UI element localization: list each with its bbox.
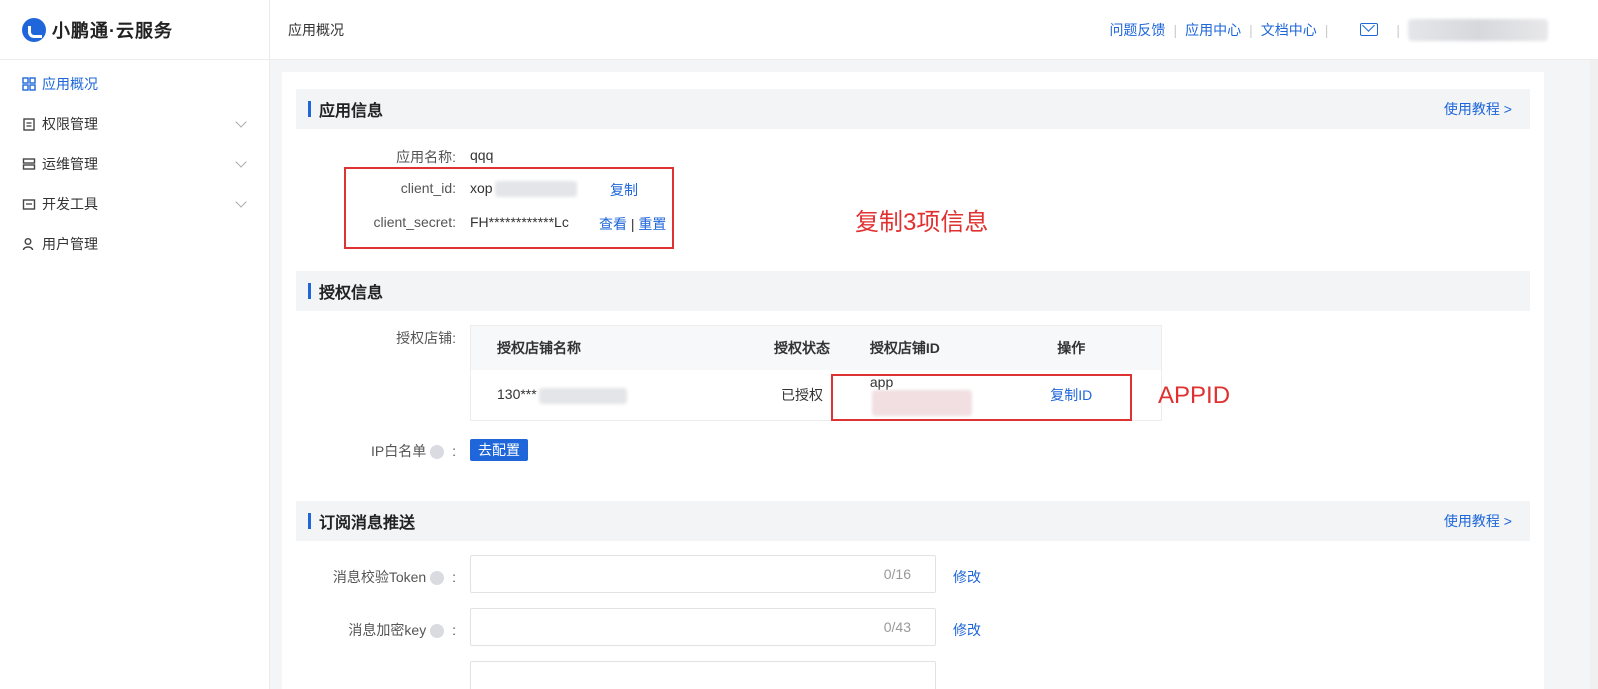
colon: : — [452, 569, 456, 585]
app-info-section-header: 应用信息 使用教程 > — [296, 89, 1530, 129]
sidebar: 小鹏通·云服务 应用概况 权限管理 运维管理 开发工具 用户管理 — [0, 0, 270, 689]
char-count: 0/16 — [883, 566, 911, 582]
column-header: 操作 — [1057, 340, 1086, 356]
column-header: 授权店铺ID — [869, 340, 940, 356]
divider: | — [1396, 21, 1400, 38]
brand-logo[interactable]: 小鹏通·云服务 — [0, 0, 269, 60]
help-icon[interactable] — [430, 445, 445, 460]
key-label-group: 消息加密key : — [256, 620, 456, 640]
section-accent-bar — [308, 101, 311, 117]
column-header: 授权状态 — [774, 340, 831, 356]
sidebar-item-ops[interactable]: 运维管理 — [0, 144, 269, 184]
brand-name: 小鹏通·云服务 — [52, 20, 173, 41]
encryption-key-input[interactable]: 0/43 — [470, 608, 936, 646]
subscription-section-header: 订阅消息推送 使用教程 > — [296, 501, 1530, 541]
key-label: 消息加密key — [348, 622, 427, 638]
chevron-down-icon — [235, 196, 247, 208]
shop-name-cell: 130*** — [471, 386, 752, 404]
sidebar-item-permissions[interactable]: 权限管理 — [0, 104, 269, 144]
modify-token-button[interactable]: 修改 — [953, 567, 981, 587]
tutorial-link[interactable]: 使用教程 > — [1444, 511, 1512, 531]
annotation-box-appid — [831, 374, 1132, 421]
mail-icon[interactable] — [1360, 23, 1379, 36]
scrollbar[interactable] — [1590, 60, 1598, 689]
ip-whitelist-label: IP白名单 — [370, 443, 427, 459]
app-name-value: qqq — [470, 147, 494, 163]
server-icon — [22, 158, 36, 170]
grid-icon — [22, 77, 36, 91]
page-title: 应用概况 — [288, 21, 344, 38]
char-count: 0/43 — [883, 619, 911, 635]
top-bar: 应用概况 问题反馈 | 应用中心 | 文档中心 | | — [270, 0, 1598, 60]
top-links: 问题反馈 | 应用中心 | 文档中心 | — [1101, 20, 1328, 40]
toolbox-icon — [22, 199, 36, 210]
auth-info-section-header: 授权信息 — [296, 271, 1530, 311]
redacted-blur — [538, 387, 627, 404]
sidebar-item-app-overview[interactable]: 应用概况 — [0, 64, 269, 104]
section-title: 授权信息 — [319, 285, 384, 302]
app-name-label: 应用名称: — [396, 149, 456, 165]
section-title: 订阅消息推送 — [319, 515, 416, 532]
divider: | — [1324, 21, 1329, 38]
chevron-down-icon — [235, 156, 247, 168]
section-title: 应用信息 — [319, 103, 384, 120]
sidebar-item-label: 权限管理 — [42, 116, 98, 132]
colon: : — [452, 622, 456, 638]
annotation-box-credentials — [344, 167, 674, 249]
help-icon[interactable] — [430, 624, 445, 639]
annotation-appid: APPID — [1158, 382, 1231, 409]
ip-whitelist-label-group: IP白名单 : — [256, 441, 456, 461]
column-header: 授权店铺名称 — [497, 340, 581, 356]
clipboard-icon — [23, 118, 35, 131]
authorized-shops-label: 授权店铺: — [396, 330, 456, 346]
sidebar-item-label: 应用概况 — [42, 76, 98, 92]
user-icon — [22, 238, 34, 251]
app-center-link[interactable]: 应用中心 — [1177, 20, 1249, 40]
token-input[interactable]: 0/16 — [470, 555, 936, 593]
sidebar-item-users[interactable]: 用户管理 — [0, 224, 269, 264]
user-account[interactable] — [1408, 18, 1548, 41]
configure-button[interactable]: 去配置 — [470, 439, 528, 461]
partial-input[interactable] — [470, 661, 936, 689]
chevron-down-icon — [235, 116, 247, 128]
sidebar-item-dev-tools[interactable]: 开发工具 — [0, 184, 269, 224]
sidebar-item-label: 开发工具 — [42, 196, 98, 212]
token-label: 消息校验Token — [332, 569, 427, 585]
sidebar-item-label: 用户管理 — [42, 236, 98, 252]
docs-center-link[interactable]: 文档中心 — [1253, 20, 1325, 40]
logo-icon — [22, 17, 46, 42]
modify-key-button[interactable]: 修改 — [953, 620, 981, 640]
token-label-group: 消息校验Token : — [256, 567, 456, 587]
section-accent-bar — [308, 283, 311, 299]
table-header: 授权店铺名称 授权状态 授权店铺ID 操作 — [471, 326, 1161, 370]
shop-name: 130*** — [497, 386, 537, 403]
colon: : — [452, 443, 456, 459]
tutorial-link[interactable]: 使用教程 > — [1444, 99, 1512, 119]
section-accent-bar — [308, 513, 311, 529]
sidebar-nav: 应用概况 权限管理 运维管理 开发工具 用户管理 — [0, 60, 269, 264]
help-icon[interactable] — [430, 571, 445, 586]
sidebar-item-label: 运维管理 — [42, 156, 98, 172]
annotation-copy-three: 复制3项信息 — [855, 209, 989, 236]
feedback-link[interactable]: 问题反馈 — [1101, 20, 1173, 40]
